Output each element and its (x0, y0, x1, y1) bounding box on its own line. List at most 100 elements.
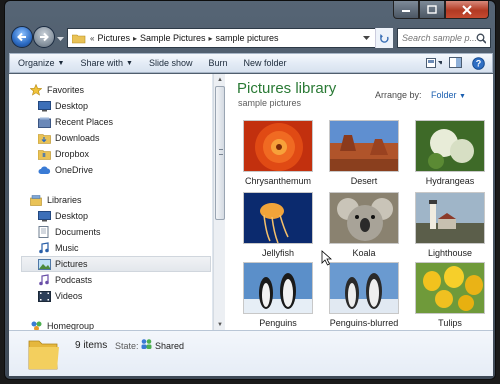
burn-label: Burn (208, 58, 228, 68)
favorites-group[interactable]: Favorites (29, 82, 84, 98)
maximize-button[interactable] (419, 1, 445, 19)
mouse-cursor-icon (321, 250, 332, 266)
share-with-button[interactable]: Share with ▼ (72, 58, 140, 68)
item-count: 9 items (75, 340, 108, 351)
sidebar-item-desktop[interactable]: Desktop (37, 98, 88, 114)
libraries-label: Libraries (47, 195, 82, 205)
file-name: Desert (350, 176, 378, 186)
libraries-group[interactable]: Libraries (29, 192, 82, 208)
arrange-by-label: Arrange by: (375, 90, 422, 100)
breadcrumb-overflow-icon[interactable]: « (90, 34, 94, 43)
file-item[interactable]: Lighthouse (407, 192, 493, 258)
share-with-label: Share with (80, 58, 123, 68)
organize-button[interactable]: Organize ▼ (10, 58, 72, 68)
sidebar-item-label: Videos (55, 291, 83, 301)
search-box[interactable] (397, 28, 491, 48)
breadcrumb-pictures[interactable]: Pictures (97, 33, 130, 43)
file-item[interactable]: Desert (321, 120, 407, 186)
file-item[interactable]: Penguins (235, 262, 321, 328)
view-icon (426, 57, 436, 68)
sidebar-item-library-desktop[interactable]: Desktop (37, 208, 88, 224)
address-bar[interactable]: « Pictures ▸ Sample Pictures ▸ sample pi… (67, 28, 393, 48)
state-label: State: (115, 341, 139, 351)
preview-pane-icon (449, 57, 462, 68)
file-item[interactable]: Tulips (407, 262, 493, 328)
penguins-blurred-thumbnail (329, 262, 399, 314)
file-item[interactable]: Penguins-blurred (321, 262, 407, 328)
chrysanthemum-thumbnail (243, 120, 313, 172)
recent-places-icon (37, 116, 51, 128)
scroll-up-icon[interactable]: ▲ (214, 74, 226, 85)
slide-show-label: Slide show (148, 58, 193, 68)
slide-show-button[interactable]: Slide show (141, 58, 201, 68)
sidebar-item-pictures[interactable]: Pictures (21, 256, 211, 272)
file-name: Penguins (259, 318, 297, 328)
file-name: Koala (352, 248, 376, 258)
new-folder-label: New folder (243, 58, 287, 68)
details-pane: 9 items State: Shared (9, 330, 493, 376)
recent-pages-dropdown[interactable] (57, 34, 64, 44)
chevron-down-icon: ▼ (126, 59, 133, 67)
desktop-icon (37, 100, 51, 112)
forward-arrow-icon (40, 32, 49, 42)
search-input[interactable] (402, 33, 476, 43)
address-dropdown[interactable] (363, 33, 370, 43)
scroll-down-icon[interactable]: ▼ (214, 319, 226, 330)
new-folder-button[interactable]: New folder (235, 58, 294, 68)
sidebar-item-label: Pictures (55, 259, 88, 269)
sidebar-item-label: Music (55, 243, 79, 253)
pictures-icon (37, 258, 51, 270)
preview-pane-button[interactable] (448, 56, 464, 70)
search-icon[interactable] (476, 33, 486, 44)
arrange-by-value: Folder (431, 90, 457, 100)
file-list-pane: Pictures library sample pictures Arrange… (227, 74, 493, 330)
chevron-down-icon: ▼ (57, 59, 65, 67)
sidebar-item-dropbox[interactable]: Dropbox (37, 146, 89, 162)
sidebar-item-recent-places[interactable]: Recent Places (37, 114, 113, 130)
sidebar-item-podcasts[interactable]: Podcasts (37, 272, 92, 288)
sidebar-item-downloads[interactable]: Downloads (37, 130, 100, 146)
sidebar-item-label: OneDrive (55, 165, 94, 175)
tulips-thumbnail (415, 262, 485, 314)
breadcrumb-separator-icon[interactable]: ▸ (133, 34, 137, 43)
sidebar-item-documents[interactable]: Documents (37, 224, 101, 240)
refresh-button[interactable] (375, 28, 393, 48)
library-subtitle: sample pictures (238, 98, 302, 108)
sidebar-item-label: Dropbox (55, 149, 90, 159)
sidebar-item-music[interactable]: Music (37, 240, 79, 256)
file-item[interactable]: Koala (321, 192, 407, 258)
breadcrumb-separator-icon[interactable]: ▸ (209, 34, 213, 43)
maximize-icon (427, 5, 437, 14)
breadcrumb-sample-pictures[interactable]: Sample Pictures (140, 33, 206, 43)
file-item[interactable]: Jellyfish (235, 192, 321, 258)
sidebar-item-label: Desktop (55, 101, 89, 111)
file-item[interactable]: Chrysanthemum (235, 120, 321, 186)
minimize-button[interactable] (393, 1, 419, 19)
videos-icon (37, 290, 51, 302)
sidebar-item-videos[interactable]: Videos (37, 288, 82, 304)
svg-text:?: ? (475, 58, 481, 68)
breadcrumb-current[interactable]: sample pictures (216, 33, 279, 43)
view-options-button[interactable] (426, 56, 442, 70)
state-value: Shared (155, 341, 185, 351)
navigation-scrollbar[interactable]: ▲ ▼ (213, 74, 225, 330)
navigation-pane: Favorites Desktop Recent Places Download… (9, 74, 213, 331)
scrollbar-thumb[interactable] (215, 86, 225, 220)
sidebar-item-onedrive[interactable]: OneDrive (37, 162, 93, 178)
documents-icon (37, 226, 51, 238)
favorites-label: Favorites (47, 85, 85, 95)
jellyfish-thumbnail (243, 192, 313, 244)
sidebar-item-label: Downloads (55, 133, 100, 143)
burn-button[interactable]: Burn (200, 58, 235, 68)
forward-button[interactable] (33, 26, 55, 48)
help-button[interactable]: ? (470, 56, 486, 70)
close-button[interactable] (445, 1, 489, 19)
content-area: Favorites Desktop Recent Places Download… (9, 74, 493, 331)
sidebar-item-label: Documents (55, 227, 101, 237)
file-item[interactable]: Hydrangeas (407, 120, 493, 186)
arrange-by-dropdown[interactable]: Folder ▼ (431, 90, 466, 100)
file-name: Chrysanthemum (244, 176, 312, 186)
back-button[interactable] (11, 26, 33, 48)
chevron-down-icon (57, 37, 64, 41)
dropbox-folder-icon (37, 148, 51, 160)
